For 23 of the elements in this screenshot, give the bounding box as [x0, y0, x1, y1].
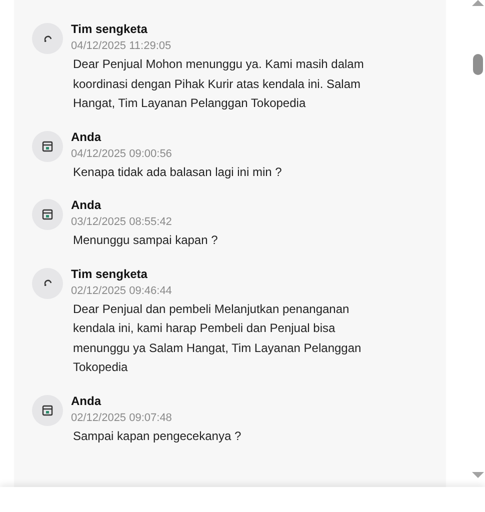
message-text: Sampai kapan pengecekanya ?: [73, 428, 242, 444]
sender-name: Tim sengketa: [71, 266, 148, 282]
message-text: Menunggu sampai kapan ?: [73, 232, 219, 249]
message-text: Dear Penjual dan pembeli Melanjutkan penanganan kendala ini, kami harap Pembeli dan Penjual bisa menunggu ya Salam Hangat, Tim Layanan Pelanggan Tokopedia: [73, 300, 362, 376]
sender-name: Anda: [71, 128, 102, 144]
headset-icon: [42, 34, 52, 44]
scroll-up-icon[interactable]: [472, 0, 484, 6]
message-time: 04/12/2025 11:29:05: [71, 39, 172, 54]
sender-name: Anda: [71, 392, 102, 408]
message-time: 03/12/2025 08:55:42: [71, 215, 173, 230]
store-icon: [42, 209, 53, 220]
message-time: 02/12/2025 09:07:48: [71, 410, 173, 426]
store-icon: [42, 140, 53, 152]
message-text: Kenapa tidak ada balasan lagi ini min ?: [73, 164, 283, 180]
scroll-down-icon[interactable]: [472, 472, 484, 478]
headset-icon: [42, 278, 52, 288]
scrollbar-thumb[interactable]: [473, 54, 483, 75]
message-text: Dear Penjual Mohon menunggu ya. Kami masih dalam koordinasi dengan Pihak Kurir atas kendala ini. Salam Hangat, Tim Layanan Pelanggan Tokopedia: [73, 56, 365, 112]
sender-name: Tim sengketa: [71, 21, 148, 37]
sender-name: Anda: [71, 197, 102, 213]
store-icon: [42, 404, 53, 416]
message-time: 02/12/2025 09:46:44: [71, 284, 173, 298]
message-time: 04/12/2025 09:00:56: [71, 146, 173, 162]
